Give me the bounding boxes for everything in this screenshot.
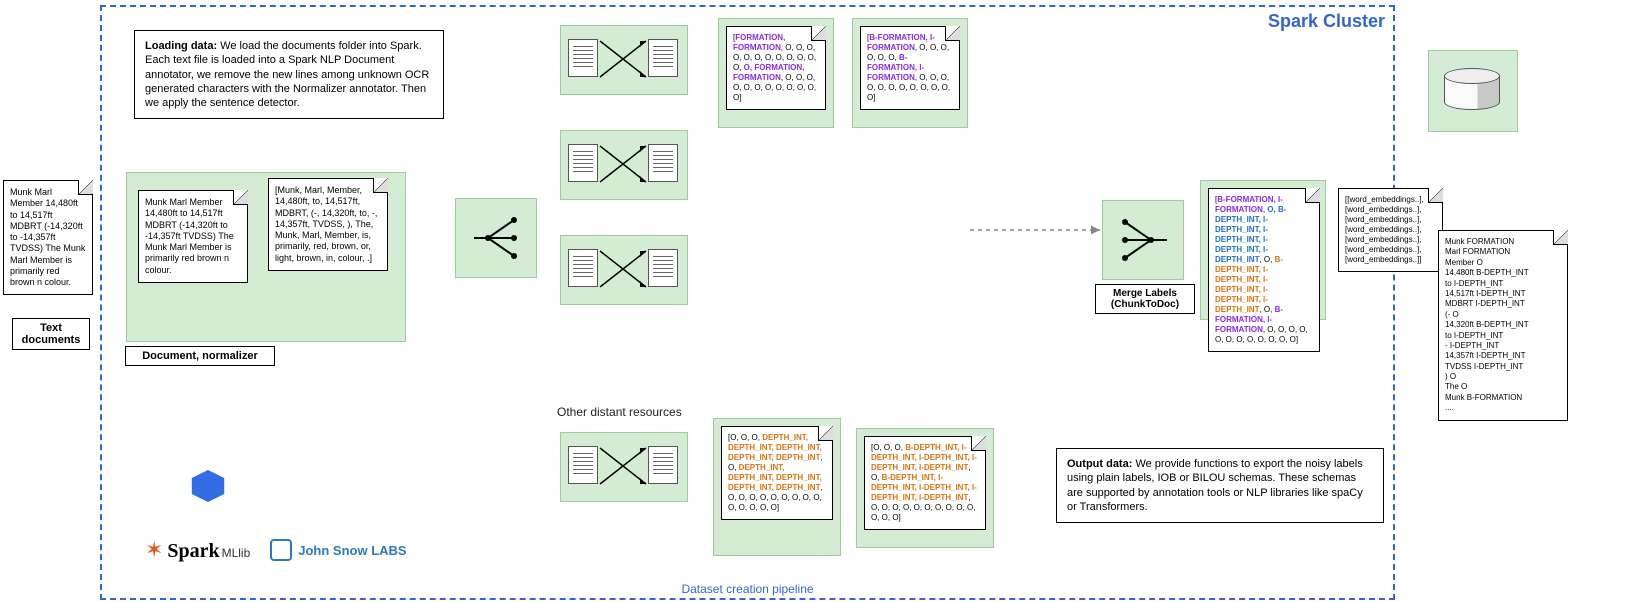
output-info-box: Output data: We provide functions to exp…	[1056, 448, 1384, 523]
merge-icon	[1115, 212, 1171, 268]
mini-doc-icon	[648, 446, 678, 484]
labels-top2: [B-FORMATION, I-FORMATION, O, O, O, O, O…	[860, 26, 960, 110]
mini-doc-icon	[568, 446, 598, 484]
labels-bot1: [O, O, O, DEPTH_INT, DEPTH_INT, DEPTH_IN…	[721, 426, 833, 520]
loading-info-box: Loading data: We load the documents fold…	[134, 30, 444, 119]
spark-logo-text: Spark	[167, 540, 219, 562]
logo-area: ✶ SparkMLlib John Snow LABS	[145, 520, 425, 580]
database-icon	[1444, 68, 1500, 110]
labels-bot2: [O, O, O, B-DEPTH_INT, I-DEPTH_INT, I-DE…	[864, 436, 986, 530]
mini-doc-icon	[648, 249, 678, 287]
mini-doc-icon	[568, 144, 598, 182]
pipeline-label: Dataset creation pipeline	[681, 582, 813, 596]
doc-norm-doc2: [Munk, Marl, Member, 14,480ft, to, 14,51…	[268, 178, 388, 271]
doc-norm-label: Document, normalizer	[125, 346, 275, 366]
other-distant-label: Other distant resources	[557, 405, 682, 419]
text-documents-label: Text documents	[12, 318, 90, 350]
doc-norm-doc1: Munk Marl Member 14,480ft to 14,517ft MD…	[138, 190, 248, 283]
crossover-arrows-icon	[598, 37, 648, 81]
mini-doc-icon	[568, 39, 598, 77]
labels-top1: [FORMATION, FORMATION, O, O, O, O, O, O,…	[726, 26, 826, 110]
text-doc-input: Munk Marl Member 14,480ft to 14,517ft MD…	[3, 180, 93, 295]
crossover-arrows-icon	[598, 444, 648, 488]
embeddings-doc: [[word_embeddings..],[word_embeddings..]…	[1338, 188, 1443, 272]
jsl-logo: John Snow LABS	[270, 539, 406, 561]
crossover-arrows-icon	[598, 247, 648, 291]
split-icon	[468, 210, 524, 266]
merged-doc: [B-FORMATION, I-FORMATION, O, B-DEPTH_IN…	[1208, 188, 1320, 352]
merge-label: Merge Labels (ChunkToDoc)	[1095, 284, 1195, 314]
crossover-arrows-icon	[598, 142, 648, 186]
output-doc: Munk FORMATIONMarl FORMATIONMember O14,4…	[1438, 230, 1568, 421]
mini-doc-icon	[648, 39, 678, 77]
mini-doc-icon	[568, 249, 598, 287]
cluster-title: Spark Cluster	[1268, 11, 1385, 32]
mini-doc-icon	[648, 144, 678, 182]
text-doc-content: Munk Marl Member 14,480ft to 14,517ft MD…	[10, 187, 85, 287]
